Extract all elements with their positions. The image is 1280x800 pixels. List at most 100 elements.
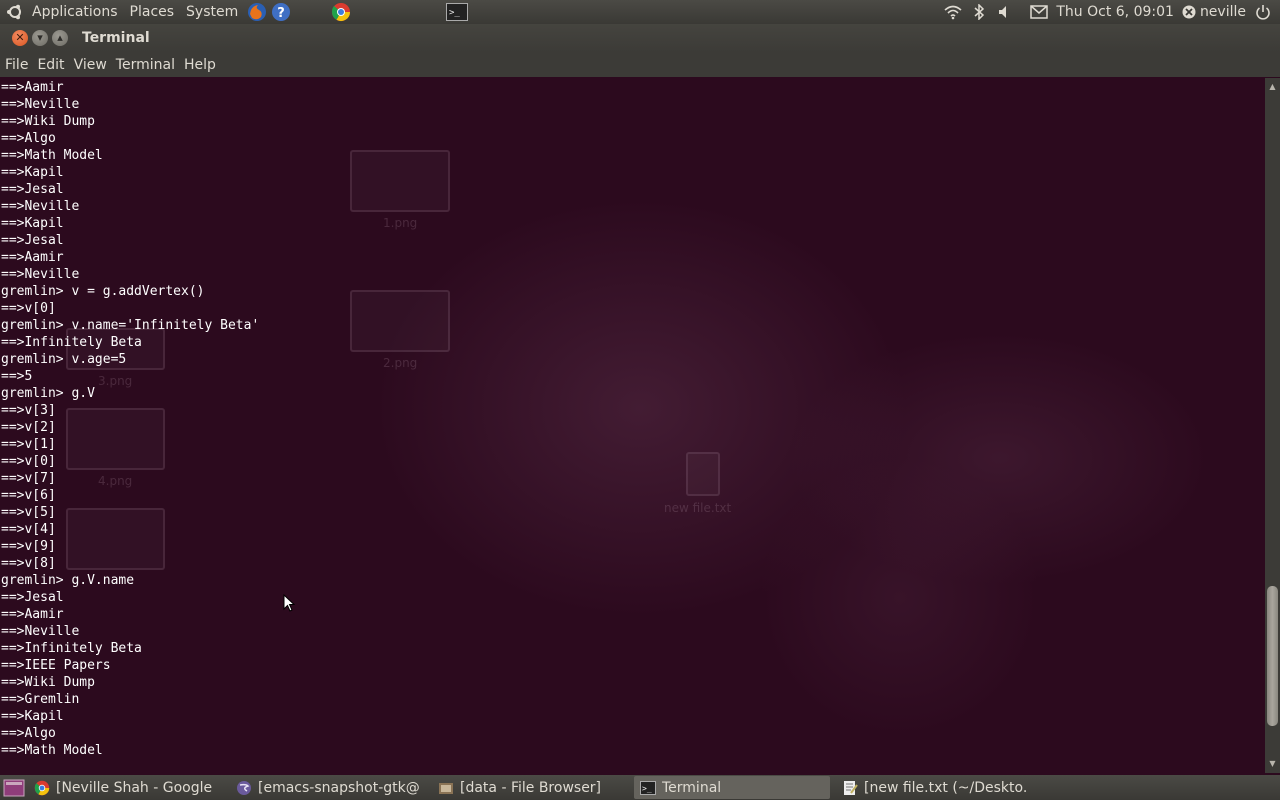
desktop-file-thumbnail	[686, 452, 720, 496]
mail-icon[interactable]	[1028, 0, 1050, 24]
taskbar-button-label: Terminal	[662, 779, 722, 796]
menu-view[interactable]: View	[69, 57, 111, 73]
taskbar-button[interactable]: [data - File Browser]	[432, 776, 628, 799]
applications-menu[interactable]: Applications	[26, 0, 124, 24]
terminal-line: ==>Kapil	[1, 709, 64, 724]
terminal-line: ==>Neville	[1, 199, 80, 214]
menu-terminal[interactable]: Terminal	[111, 57, 179, 73]
terminal-line: ==>v[6]	[1, 488, 56, 503]
svg-text:?: ?	[277, 6, 285, 21]
terminal-line: ==>v[0]	[1, 454, 56, 469]
terminal-line: ==>Neville	[1, 97, 80, 112]
taskbar-button[interactable]: >_ Terminal	[634, 776, 830, 799]
terminal-line: ==>v[3]	[1, 403, 56, 418]
terminal-line: ==>Aamir	[1, 250, 64, 265]
system-menu[interactable]: System	[180, 0, 244, 24]
user-name: neville	[1199, 4, 1246, 20]
menu-edit[interactable]: Edit	[32, 57, 68, 73]
terminal-line: ==>Wiki Dump	[1, 114, 95, 129]
menu-file[interactable]: File	[0, 57, 32, 73]
taskbar-button[interactable]: [emacs-snapshot-gtk@...	[230, 776, 426, 799]
text-editor-icon	[842, 780, 858, 796]
desktop-file-thumbnail	[350, 150, 450, 212]
terminal-line: ==>Algo	[1, 131, 56, 146]
file-browser-icon	[438, 780, 454, 796]
desktop-file-thumbnail	[350, 290, 450, 352]
taskbar-button-label: [Neville Shah - Google ...	[56, 779, 218, 796]
terminal-line: ==>v[0]	[1, 301, 56, 316]
show-desktop-button[interactable]	[0, 775, 28, 800]
terminal-line: ==>Jesal	[1, 182, 64, 197]
terminal-line: gremlin> g.V	[1, 386, 95, 401]
terminal-area[interactable]: 1.png 2.png 3.png 4.png new file.txt ==>…	[0, 78, 1265, 773]
taskbar-button[interactable]: [Neville Shah - Google ...	[28, 776, 224, 799]
terminal-line: ==>Jesal	[1, 590, 64, 605]
terminal-line: ==>Gremlin	[1, 692, 80, 707]
terminal-line: ==>Wiki Dump	[1, 675, 95, 690]
terminal-line: gremlin> v.name='Infinitely Beta'	[1, 318, 260, 333]
terminal-line: ==>Jesal	[1, 233, 64, 248]
terminal-line: ==>Infinitely Beta	[1, 641, 142, 656]
terminal-scrollbar[interactable]: ▲ ▼	[1265, 78, 1280, 773]
menubar: File Edit View Terminal Help	[0, 52, 1280, 77]
terminal-line: ==>v[1]	[1, 437, 56, 452]
ubuntu-logo-icon[interactable]	[6, 3, 24, 21]
power-icon[interactable]	[1252, 0, 1274, 24]
terminal-line: ==>v[9]	[1, 539, 56, 554]
minimize-window-button[interactable]: ▾	[32, 30, 48, 46]
bottom-panel: [Neville Shah - Google ... [emacs-snapsho…	[0, 775, 1280, 800]
mouse-pointer-icon	[283, 594, 295, 612]
help-launcher-icon[interactable]: ?	[270, 1, 292, 23]
scroll-up-arrow-icon[interactable]: ▲	[1265, 80, 1280, 94]
terminal-line: ==>v[2]	[1, 420, 56, 435]
terminal-line: ==>5	[1, 369, 33, 384]
terminal-line: ==>Math Model	[1, 743, 103, 758]
window-titlebar[interactable]: ✕ ▾ ▴ Terminal	[0, 24, 1280, 52]
top-panel: Applications Places System ? >_ Thu Oct …	[0, 0, 1280, 24]
taskbar: [Neville Shah - Google ... [emacs-snapsho…	[28, 775, 1038, 800]
terminal-line: ==>Aamir	[1, 607, 64, 622]
terminal-line: ==>Aamir	[1, 80, 64, 95]
chrome-icon	[34, 780, 50, 796]
terminal-line: ==>v[8]	[1, 556, 56, 571]
scrollbar-thumb[interactable]	[1267, 586, 1278, 726]
desktop-file-label: 2.png	[383, 356, 418, 370]
window-title: Terminal	[82, 30, 150, 46]
system-tray: Thu Oct 6, 09:01 neville	[940, 0, 1280, 24]
terminal-line: ==>Math Model	[1, 148, 103, 163]
svg-text:>_: >_	[449, 8, 460, 18]
terminal-line: ==>Neville	[1, 624, 80, 639]
maximize-window-button[interactable]: ▴	[52, 30, 68, 46]
terminal-line: ==>Infinitely Beta	[1, 335, 142, 350]
terminal-line: ==>Kapil	[1, 216, 64, 231]
bluetooth-icon[interactable]	[968, 0, 990, 24]
chrome-launcher-icon[interactable]	[330, 1, 352, 23]
user-status-icon	[1182, 5, 1196, 19]
user-menu[interactable]: neville	[1178, 4, 1250, 20]
terminal-line: ==>IEEE Papers	[1, 658, 111, 673]
terminal-line: gremlin> v.age=5	[1, 352, 127, 367]
taskbar-button-label: [emacs-snapshot-gtk@...	[258, 779, 420, 796]
taskbar-button[interactable]: [new file.txt (~/Deskto...	[836, 776, 1032, 799]
taskbar-button-label: [data - File Browser]	[460, 779, 602, 796]
wifi-icon[interactable]	[942, 0, 964, 24]
close-window-button[interactable]: ✕	[12, 30, 28, 46]
menu-help[interactable]: Help	[179, 57, 220, 73]
terminal-line: ==>v[4]	[1, 522, 56, 537]
emacs-icon	[236, 780, 252, 796]
terminal-line: ==>Neville	[1, 267, 80, 282]
terminal-line: ==>Algo	[1, 726, 56, 741]
terminal-icon: >_	[640, 780, 656, 796]
clock[interactable]: Thu Oct 6, 09:01	[1052, 4, 1178, 20]
taskbar-button-label: [new file.txt (~/Deskto...	[864, 779, 1026, 796]
desktop-file-label: 1.png	[383, 216, 418, 230]
terminal-launcher-icon[interactable]: >_	[446, 1, 469, 23]
firefox-launcher-icon[interactable]	[246, 1, 268, 23]
terminal-line: gremlin> g.V.name	[1, 573, 135, 588]
svg-text:>_: >_	[642, 784, 652, 793]
volume-icon[interactable]	[994, 0, 1016, 24]
places-menu[interactable]: Places	[124, 0, 181, 24]
scroll-down-arrow-icon[interactable]: ▼	[1265, 757, 1280, 771]
terminal-line: gremlin> v = g.addVertex()	[1, 284, 205, 299]
terminal-line: ==>v[5]	[1, 505, 56, 520]
